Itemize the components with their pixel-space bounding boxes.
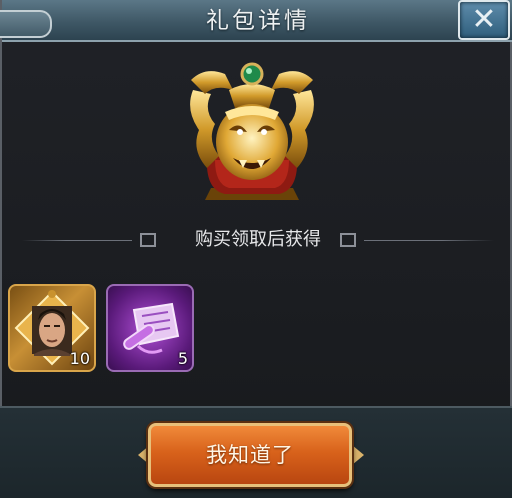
dialog-header: 礼包详情 ✕ bbox=[0, 0, 512, 42]
item-count: 10 bbox=[69, 349, 90, 368]
item-count: 5 bbox=[177, 349, 188, 368]
confirm-button[interactable]: 我知道了 bbox=[148, 423, 352, 487]
reward-caption: 购买领取后获得 bbox=[195, 229, 321, 250]
confirm-button-label: 我知道了 bbox=[206, 443, 294, 467]
reward-item-hero-fragment[interactable]: 10 bbox=[8, 284, 96, 372]
close-button[interactable]: ✕ bbox=[458, 0, 510, 40]
close-x-icon: ✕ bbox=[471, 2, 497, 37]
dialog-title: 礼包详情 bbox=[206, 8, 310, 34]
reward-item-scroll[interactable]: 5 bbox=[106, 284, 194, 372]
golden-dragon-chest-icon bbox=[190, 62, 314, 200]
